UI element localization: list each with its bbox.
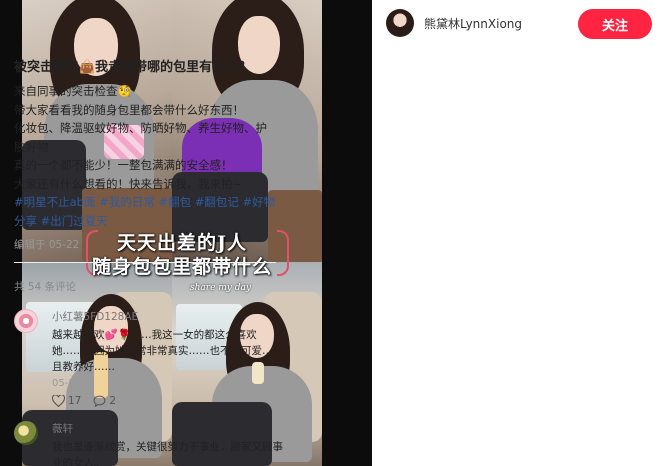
post-body-line: 带大家看看我的随身包里都会带什么好东西！ — [14, 102, 244, 117]
heart-icon — [52, 395, 65, 407]
tag-link[interactable]: #翻包 — [158, 195, 191, 209]
commenter-avatar[interactable] — [14, 421, 38, 445]
author-avatar[interactable] — [386, 9, 414, 37]
tag-link[interactable]: #出门过夏天 — [41, 214, 108, 228]
reply-button[interactable]: 2 — [93, 395, 116, 407]
commenter-avatar[interactable] — [14, 309, 38, 333]
edit-date: 编辑于 05-22 — [14, 239, 80, 251]
like-count: 17 — [68, 395, 82, 407]
follow-button[interactable]: 关注 — [578, 9, 652, 39]
author-name[interactable]: 熊黛林LynnXiong — [424, 15, 522, 32]
post-body-line: 大家还有什么想看的！快来告诉我，我来拍~ — [14, 176, 243, 191]
post-body-line: 化妆包、降温驱蚊好物、防晒好物、养生好物、护肤好物 — [14, 121, 267, 154]
comment-icon — [93, 395, 106, 407]
post-body-line: 来自同事的突击检查🧐 — [14, 84, 132, 98]
comment-actions: 17 2 — [52, 395, 116, 407]
tag-link[interactable]: #翻包记 — [195, 195, 239, 209]
tag-link[interactable]: #我的日常 — [99, 195, 155, 209]
comment-text: 我也是逐渐欣赏，关键很努力干事业，顾家又顾事业的女人。 — [52, 441, 283, 466]
post-body: 来自同事的突击检查🧐 带大家看看我的随身包里都会带什么好东西！ 化妆包、降温驱蚊… — [14, 82, 278, 230]
post-detail-panel: 熊黛林LynnXiong 关注 — [372, 0, 660, 466]
overlay-title-line2: 随身包包里都带什么 — [91, 256, 272, 278]
overlay-title-line1: 天天出差的J人 — [117, 232, 247, 254]
post-tags: #明星不止ab面 #我的日常 #翻包 #翻包记 #好物分享 #出门过夏天 — [14, 193, 278, 230]
comment-text: 越来越喜欢💕🌹……我这一女的都这么喜欢她……就因为她非常非常真实……也不装可爱…… — [52, 329, 283, 373]
overlay-subtitle: share my day — [190, 283, 251, 293]
tag-link[interactable]: #明星不止ab面 — [14, 195, 95, 209]
comment-count: 共 54 条评论 — [14, 281, 77, 293]
author-header: 熊黛林LynnXiong 关注 — [386, 9, 652, 39]
post-title: 被突击翻包👜我走哪带哪的包里有什么？ — [14, 60, 252, 75]
commenter-name[interactable]: 薇轩 — [52, 421, 73, 436]
like-button[interactable]: 17 — [52, 395, 81, 407]
reply-count: 2 — [109, 395, 117, 407]
commenter-name[interactable]: 小红薯5FD128AE — [52, 309, 138, 324]
comment-date: 05-22 — [52, 378, 82, 389]
image-letterbox-right — [322, 0, 372, 466]
post-body-line: 真的一个都不能少！一整包满满的安全感！ — [14, 158, 233, 172]
divider — [14, 262, 276, 263]
